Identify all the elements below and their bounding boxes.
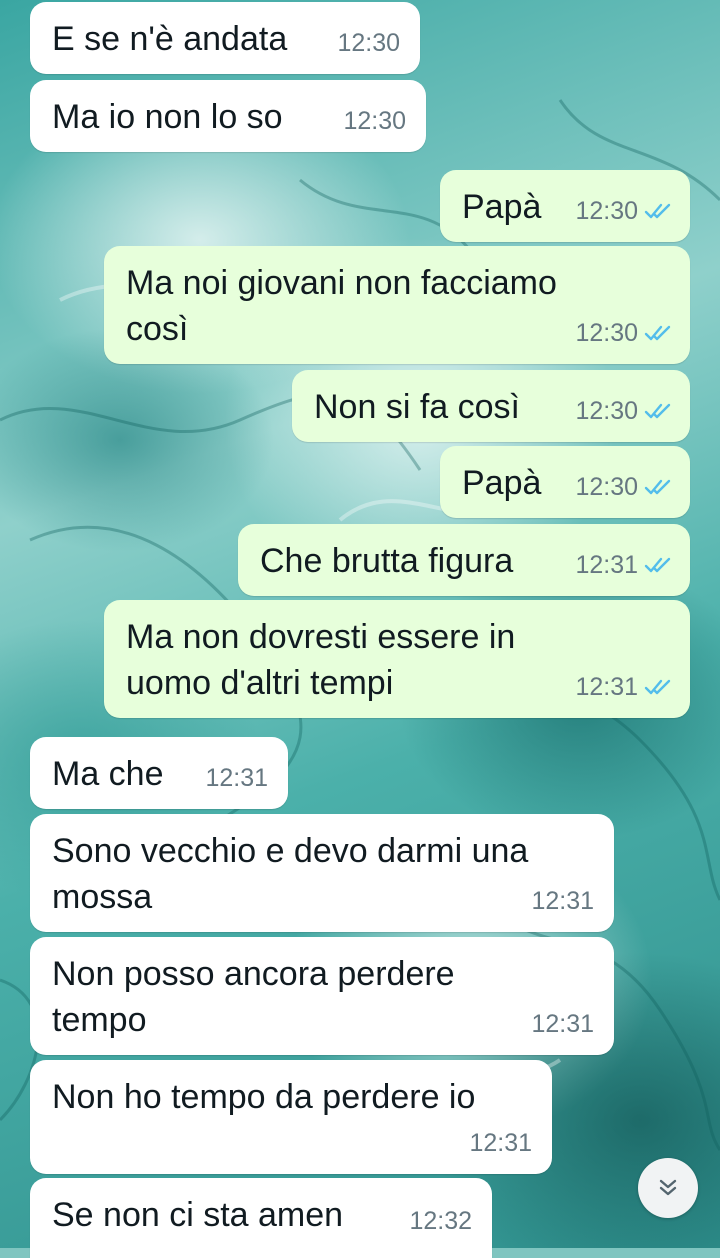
message-time: 12:30 [575, 319, 638, 347]
scroll-to-bottom-button[interactable] [638, 1158, 698, 1218]
message-time: 12:30 [575, 397, 638, 425]
outgoing-message[interactable]: Papà 12:30 [440, 446, 690, 518]
outgoing-message[interactable]: Che brutta figura 12:31 [238, 524, 690, 596]
double-check-icon [644, 679, 671, 695]
message-time: 12:31 [205, 764, 268, 792]
outgoing-message[interactable]: Ma noi giovani non facciamo così 12:30 [104, 246, 690, 364]
incoming-message[interactable]: E se n'è andata 12:30 [30, 2, 420, 74]
message-text: Non ho tempo da perdere io [52, 1078, 476, 1116]
double-check-icon [644, 325, 671, 341]
message-time: 12:30 [575, 197, 638, 225]
double-check-icon [644, 479, 671, 495]
double-check-icon [644, 203, 671, 219]
message-time: 12:31 [531, 1010, 594, 1038]
message-time: 12:31 [575, 673, 638, 701]
message-time: 12:31 [469, 1129, 532, 1157]
double-check-icon [644, 403, 671, 419]
message-time: 12:31 [531, 887, 594, 915]
double-chevron-down-icon [659, 1179, 677, 1196]
message-text-line: Ma non dovresti essere in [126, 618, 516, 656]
incoming-message[interactable]: Ma che 12:31 [30, 737, 288, 809]
message-list[interactable]: E se n'è andata 12:30 Ma io non lo so 12… [0, 0, 720, 1258]
message-time: 12:31 [575, 551, 638, 579]
incoming-message[interactable]: Non posso ancora perdere tempo 12:31 [30, 937, 614, 1055]
message-text-line: tempo [52, 1001, 147, 1039]
incoming-message[interactable]: Se non ci sta amen 12:32 [30, 1178, 492, 1258]
message-time: 12:30 [343, 107, 406, 135]
outgoing-message[interactable]: Ma non dovresti essere in uomo d'altri t… [104, 600, 690, 718]
message-text-line: Sono vecchio e devo darmi una [52, 832, 529, 870]
message-text: Se non ci sta amen [52, 1196, 344, 1234]
incoming-message[interactable]: Sono vecchio e devo darmi una mossa 12:3… [30, 814, 614, 932]
outgoing-message[interactable]: Non si fa così 12:30 [292, 370, 690, 442]
message-text-line: Ma noi giovani non facciamo [126, 264, 557, 302]
incoming-message[interactable]: Ma io non lo so 12:30 [30, 80, 426, 152]
message-time: 12:32 [409, 1207, 472, 1235]
message-text-line: Non posso ancora perdere [52, 955, 455, 993]
message-text-line: mossa [52, 878, 153, 916]
incoming-message[interactable]: Non ho tempo da perdere io 12:31 [30, 1060, 552, 1174]
message-time: 12:30 [575, 473, 638, 501]
message-time: 12:30 [337, 29, 400, 57]
double-check-icon [644, 557, 671, 573]
outgoing-message[interactable]: Papà 12:30 [440, 170, 690, 242]
